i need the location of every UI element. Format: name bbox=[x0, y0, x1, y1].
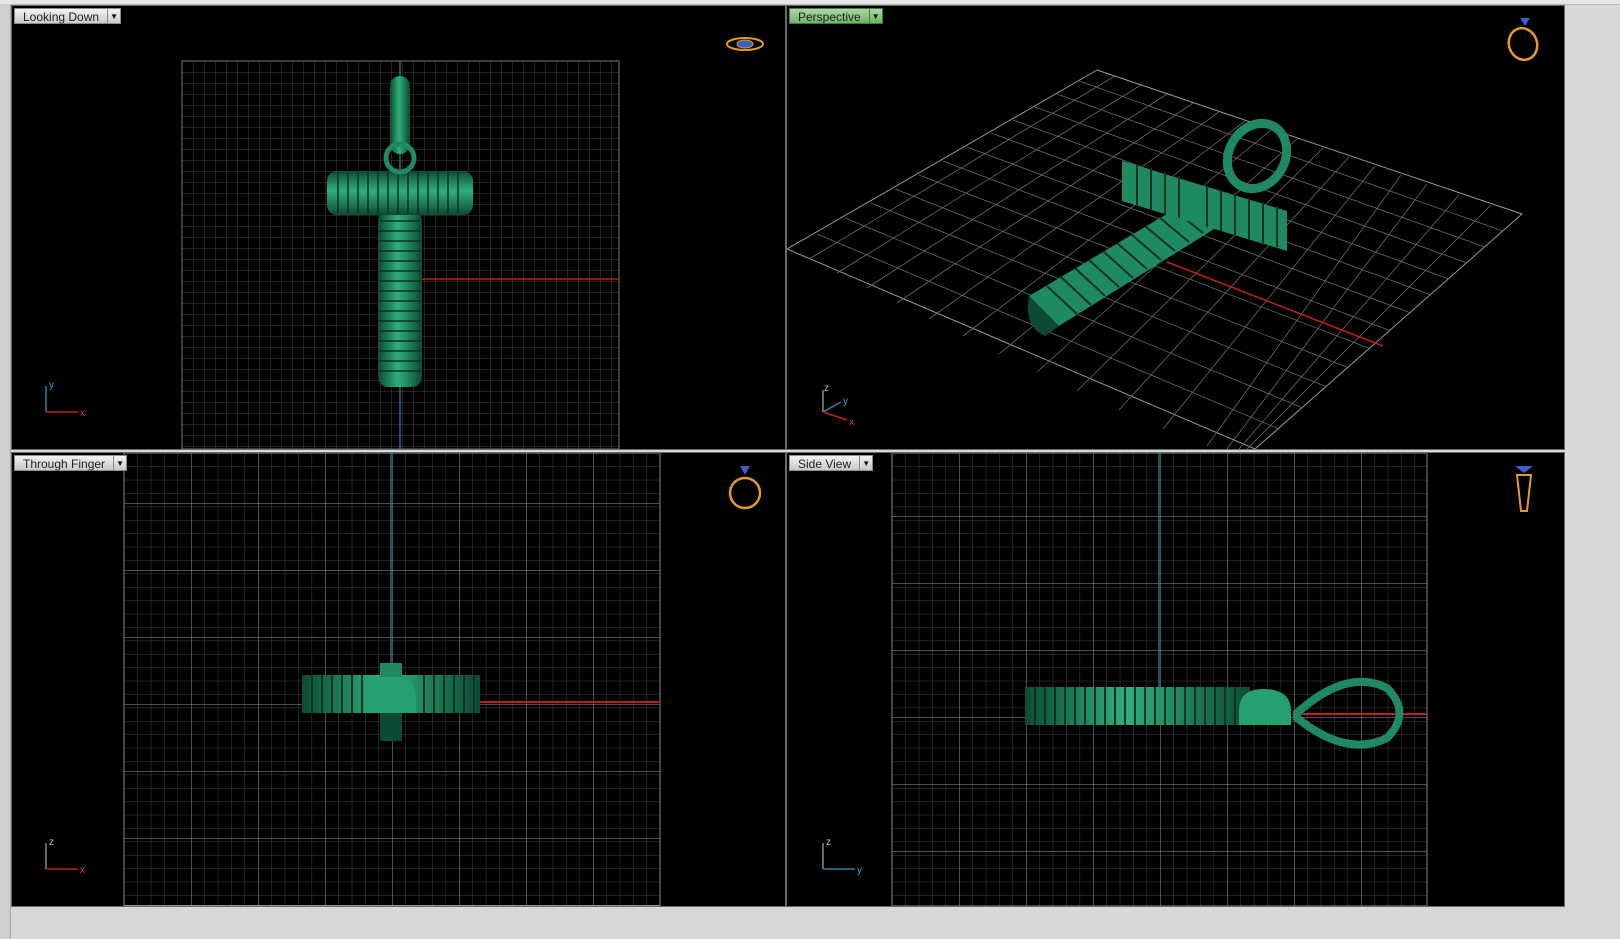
viewport-canvas[interactable] bbox=[12, 6, 785, 449]
svg-text:x: x bbox=[80, 865, 85, 875]
axis-triad: y x bbox=[40, 378, 90, 423]
svg-text:y: y bbox=[843, 396, 848, 407]
svg-text:z: z bbox=[824, 383, 829, 394]
chevron-down-icon[interactable]: ▼ bbox=[868, 8, 883, 24]
svg-text:z: z bbox=[826, 837, 831, 848]
viewport-title-side-view[interactable]: Side View ▼ bbox=[789, 455, 874, 471]
viewport-canvas[interactable] bbox=[787, 453, 1564, 906]
svg-text:x: x bbox=[80, 408, 85, 418]
axis-triad: z x bbox=[40, 835, 90, 880]
viewport-label: Looking Down bbox=[14, 8, 108, 24]
axis-triad: z y bbox=[817, 835, 867, 880]
viewport-label: Side View bbox=[789, 455, 860, 471]
svg-text:y: y bbox=[857, 865, 862, 875]
viewport-label: Perspective bbox=[789, 8, 869, 24]
svg-text:x: x bbox=[849, 417, 854, 428]
axis-triad: z y x bbox=[813, 380, 863, 435]
left-toolbar-strip bbox=[0, 4, 11, 939]
viewport-looking-down[interactable]: Looking Down ▼ y x bbox=[11, 5, 786, 450]
chevron-down-icon[interactable]: ▼ bbox=[859, 455, 874, 471]
viewport-canvas[interactable] bbox=[12, 453, 785, 906]
viewport-through-finger[interactable]: Through Finger ▼ z x bbox=[11, 452, 786, 907]
viewport-perspective[interactable]: Perspective ▼ z y x bbox=[786, 5, 1565, 450]
chevron-down-icon[interactable]: ▼ bbox=[113, 455, 128, 471]
viewport-title-looking-down[interactable]: Looking Down ▼ bbox=[14, 8, 122, 24]
viewport-title-perspective[interactable]: Perspective ▼ bbox=[789, 8, 883, 24]
viewport-side-view[interactable]: Side View ▼ z y bbox=[786, 452, 1565, 907]
chevron-down-icon[interactable]: ▼ bbox=[107, 8, 122, 24]
viewport-canvas[interactable] bbox=[787, 6, 1564, 449]
ring-top-view-icon[interactable] bbox=[725, 32, 765, 61]
ring-front-view-icon[interactable] bbox=[725, 463, 765, 518]
svg-text:z: z bbox=[49, 837, 54, 848]
svg-text:y: y bbox=[49, 380, 54, 391]
viewport-title-through-finger[interactable]: Through Finger ▼ bbox=[14, 455, 128, 471]
x-axis-line bbox=[1166, 261, 1384, 347]
viewport-label: Through Finger bbox=[14, 455, 114, 471]
ring-perspective-icon[interactable] bbox=[1503, 16, 1543, 67]
top-toolbar-strip bbox=[0, 0, 1620, 5]
ring-side-view-icon[interactable] bbox=[1509, 463, 1539, 520]
cross-pendant-model[interactable] bbox=[1027, 113, 1299, 336]
